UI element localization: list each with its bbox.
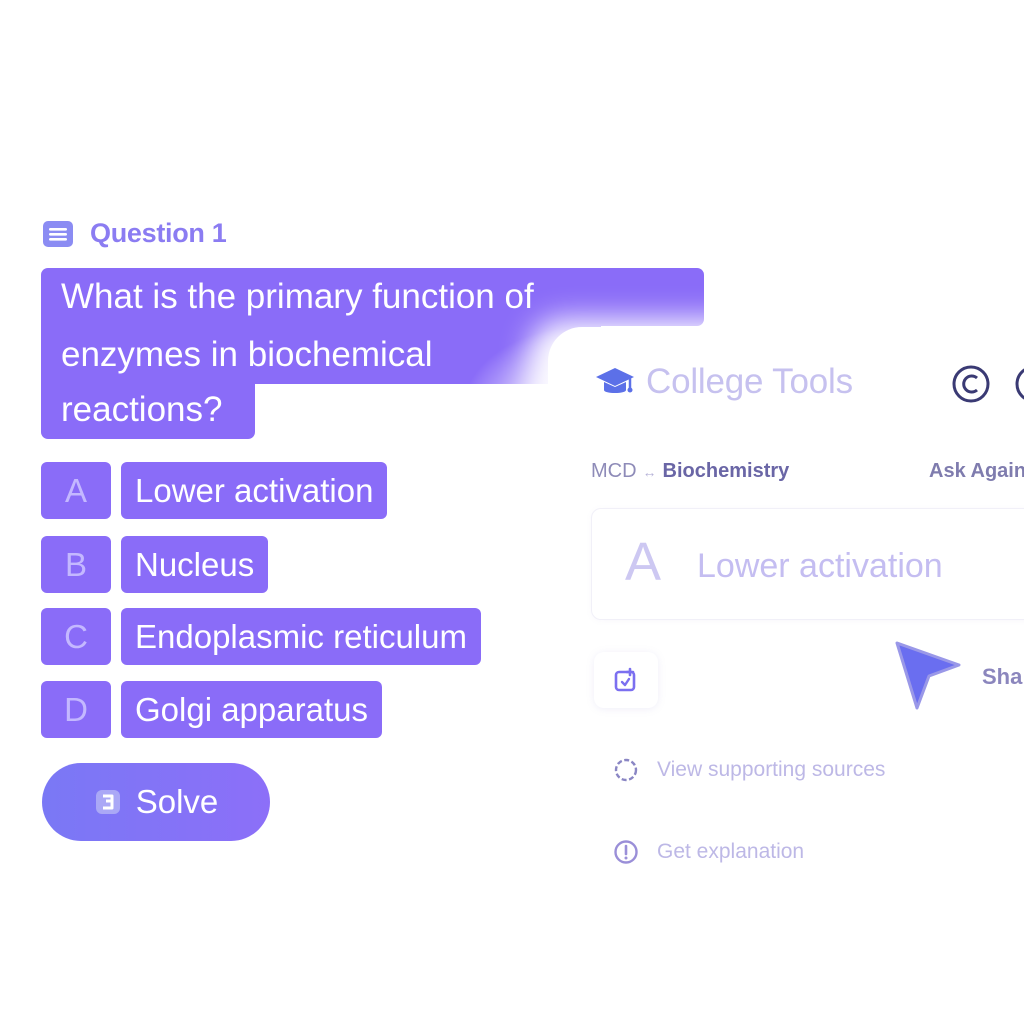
option-a-letter[interactable]: A [41,462,111,519]
option-c-text[interactable]: Endoplasmic reticulum [121,608,481,665]
answer-card: A Lower activation [591,508,1024,620]
copyright-circle-icon[interactable] [951,364,991,404]
solve-button[interactable]: Solve [42,763,270,841]
option-b-text[interactable]: Nucleus [121,536,269,593]
option-b-letter[interactable]: B [41,536,111,593]
view-sources-label: View supporting sources [657,758,886,781]
option-d-text[interactable]: Golgi apparatus [121,681,382,738]
document-list-icon [43,220,73,247]
breadcrumb-separator: ↔ [642,463,657,480]
question-line-3: reactions? [41,381,255,439]
copy-icon [614,667,636,692]
sources-circle-icon [614,758,638,782]
breadcrumb-subject[interactable]: Biochemistry [663,460,790,483]
question-line-1: What is the primary function of [41,268,704,326]
share-button[interactable]: Sha [982,664,1022,690]
option-a-text[interactable]: Lower activation [121,462,388,519]
question-number: Question 1 [90,218,227,248]
question-header: Question 1 [42,218,227,249]
answer-text: Lower activation [697,547,943,585]
option-c-letter[interactable]: C [41,608,111,665]
user-circle-icon[interactable] [1014,364,1024,404]
view-sources-link[interactable]: View supporting sources [613,757,885,783]
option-d-letter[interactable]: D [41,681,111,738]
copy-button[interactable] [594,652,658,708]
cursor-pointer-icon [895,641,961,710]
breadcrumb: MCD ↔ Biochemistry [591,460,789,483]
solve-label: Solve [135,783,219,820]
question-line-2: enzymes in biochemical [41,326,601,384]
brand: College Tools [594,362,853,402]
ask-again-button[interactable]: Ask Again [929,460,1024,483]
graduation-cap-icon [596,368,634,393]
get-explanation-label: Get explanation [657,840,805,863]
brand-name: College Tools [646,362,853,401]
breadcrumb-course[interactable]: MCD [591,460,637,483]
get-explanation-link[interactable]: Get explanation [613,839,804,865]
answer-letter: A [625,532,662,592]
screen: Question 1 What is the primary function … [0,0,1024,1024]
info-icon [614,840,638,864]
solve-icon [95,790,120,814]
